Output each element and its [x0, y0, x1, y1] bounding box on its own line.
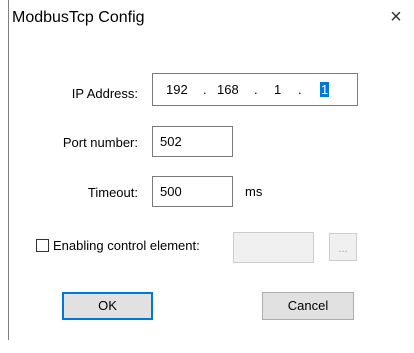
enable-control-checkbox[interactable] [36, 239, 49, 252]
cancel-button[interactable]: Cancel [262, 292, 354, 320]
close-icon[interactable]: × [383, 4, 409, 30]
ip-separator: . [254, 82, 258, 97]
timeout-input[interactable]: 500 [152, 176, 233, 207]
ok-button[interactable]: OK [62, 292, 153, 320]
browse-button[interactable]: ... [329, 233, 357, 261]
ip-octet-3[interactable]: 1 [274, 82, 281, 97]
port-number-input[interactable]: 502 [152, 126, 233, 157]
ip-address-input[interactable]: 192 . 168 . 1 . 1 [152, 73, 358, 106]
window-border [8, 0, 9, 340]
enable-control-label[interactable]: Enabling control element: [53, 238, 200, 253]
ip-address-label: IP Address: [71, 86, 138, 101]
ip-separator: . [298, 82, 302, 97]
timeout-unit: ms [245, 184, 263, 199]
ip-separator: . [203, 82, 207, 97]
modbustcp-config-dialog: ModbusTcp Config × IP Address: 192 . 168… [0, 0, 414, 353]
ip-octet-1[interactable]: 192 [166, 82, 188, 97]
control-element-input[interactable] [233, 232, 314, 263]
port-number-label: Port number: [62, 135, 138, 150]
dialog-title: ModbusTcp Config [12, 9, 145, 26]
timeout-label: Timeout: [87, 185, 138, 200]
ip-octet-2[interactable]: 168 [217, 82, 239, 97]
ip-octet-4[interactable]: 1 [320, 82, 330, 97]
